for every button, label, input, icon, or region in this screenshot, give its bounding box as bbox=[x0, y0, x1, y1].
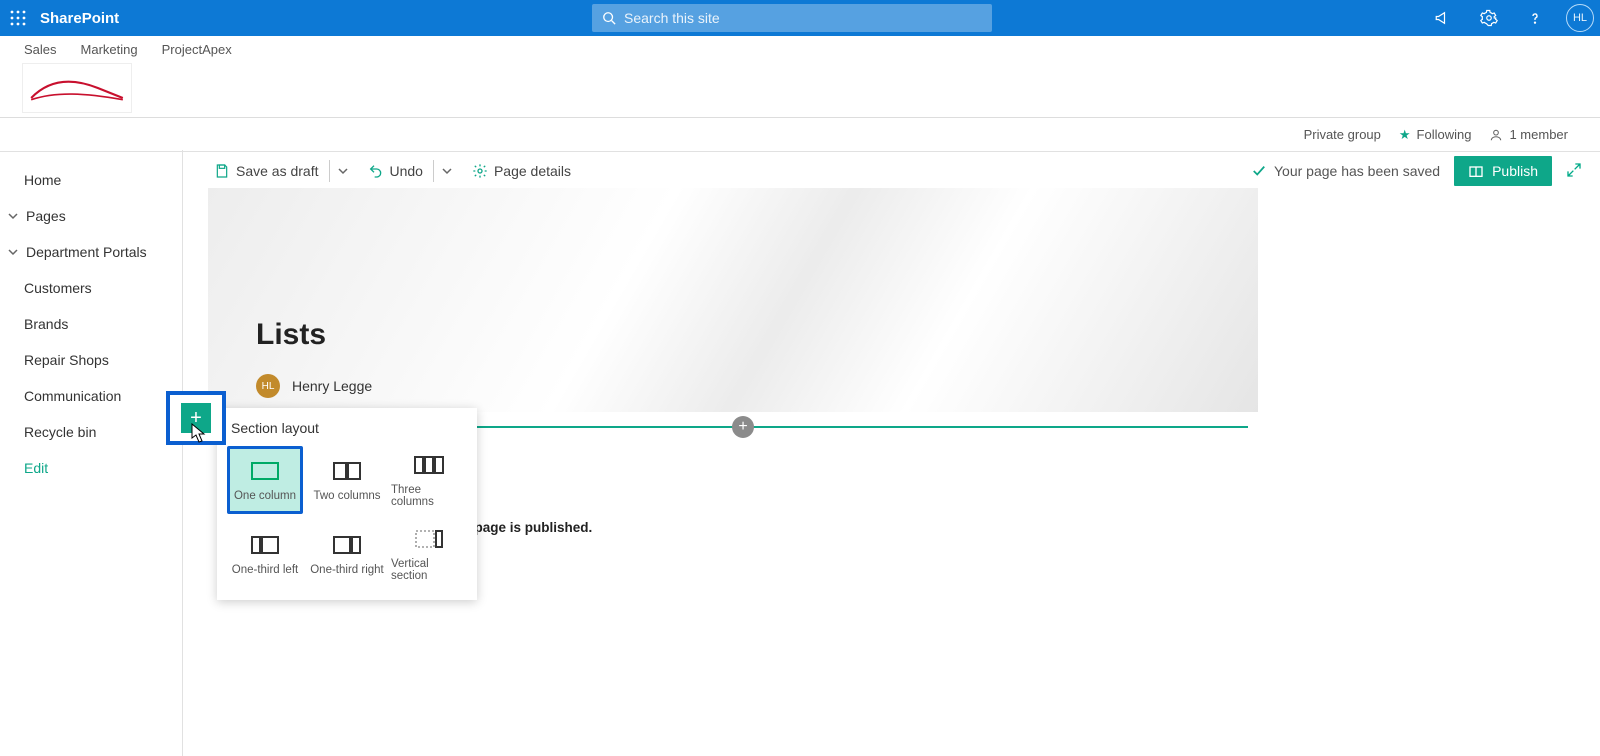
hub-link[interactable]: Marketing bbox=[81, 42, 138, 57]
nav-communication[interactable]: Communication bbox=[0, 378, 182, 414]
left-nav: Home Pages Department Portals Customers … bbox=[0, 150, 183, 756]
layout-three-columns[interactable]: Three columns bbox=[391, 446, 467, 514]
nav-home[interactable]: Home bbox=[0, 162, 182, 198]
layout-vertical-section[interactable]: Vertical section bbox=[391, 520, 467, 588]
star-icon: ★ bbox=[1399, 127, 1411, 143]
search-icon bbox=[602, 11, 616, 25]
add-section-highlight: + bbox=[166, 391, 226, 445]
chevron-down-icon bbox=[6, 247, 20, 257]
undo-button[interactable]: Undo bbox=[362, 156, 458, 186]
follow-toggle[interactable]: ★ Following bbox=[1399, 127, 1472, 143]
author-avatar: HL bbox=[256, 374, 280, 398]
author-name: Henry Legge bbox=[292, 378, 372, 394]
app-name[interactable]: SharePoint bbox=[40, 10, 119, 27]
one-column-icon bbox=[251, 458, 279, 484]
app-launcher-icon[interactable] bbox=[0, 0, 36, 36]
command-bar: Save as draft Undo Page details Your pag… bbox=[0, 151, 1600, 190]
layout-one-third-right[interactable]: One-third right bbox=[309, 520, 385, 588]
author-block[interactable]: HL Henry Legge bbox=[256, 374, 372, 398]
vertical-section-icon bbox=[415, 526, 443, 552]
layout-one-third-left[interactable]: One-third left bbox=[227, 520, 303, 588]
global-header: SharePoint Search this site HL bbox=[0, 0, 1600, 36]
search-placeholder: Search this site bbox=[624, 10, 720, 26]
page-title[interactable]: Lists bbox=[256, 318, 326, 352]
undo-icon bbox=[368, 163, 384, 179]
page-canvas: Lists HL Henry Legge bbox=[208, 188, 1258, 412]
gear-icon bbox=[472, 163, 488, 179]
search-input[interactable]: Search this site bbox=[592, 4, 992, 32]
layout-one-column[interactable]: One column bbox=[227, 446, 303, 514]
nav-recycle-bin[interactable]: Recycle bin bbox=[0, 414, 182, 450]
save-draft-button[interactable]: Save as draft bbox=[208, 156, 354, 186]
chevron-down-icon bbox=[6, 211, 20, 221]
nav-department-portals[interactable]: Department Portals bbox=[0, 234, 182, 270]
publish-icon bbox=[1468, 163, 1484, 179]
saved-indicator: Your page has been saved bbox=[1252, 163, 1440, 179]
section-layout-popover: Section layout One column Two columns Th… bbox=[217, 408, 477, 600]
publish-button[interactable]: Publish bbox=[1454, 156, 1552, 186]
popover-title: Section layout bbox=[227, 416, 467, 446]
site-logo[interactable] bbox=[23, 64, 131, 112]
gear-icon[interactable] bbox=[1474, 3, 1504, 33]
two-columns-icon bbox=[333, 458, 361, 484]
one-third-right-icon bbox=[333, 532, 361, 558]
chevron-down-icon[interactable] bbox=[329, 160, 348, 182]
hero-area[interactable]: Lists HL Henry Legge bbox=[208, 188, 1258, 412]
hub-nav: Sales Marketing ProjectApex bbox=[24, 42, 232, 57]
help-icon[interactable] bbox=[1520, 3, 1550, 33]
layout-two-columns[interactable]: Two columns bbox=[309, 446, 385, 514]
site-info-row: Private group ★ Following 1 member bbox=[0, 118, 1600, 151]
expand-icon[interactable] bbox=[1566, 162, 1582, 181]
user-avatar[interactable]: HL bbox=[1566, 4, 1594, 32]
nav-pages[interactable]: Pages bbox=[0, 198, 182, 234]
three-columns-icon bbox=[414, 452, 444, 478]
save-icon bbox=[214, 163, 230, 179]
cursor-icon bbox=[191, 423, 207, 443]
privacy-label: Private group bbox=[1304, 127, 1381, 142]
add-section-button[interactable]: + bbox=[181, 403, 211, 433]
hub-link[interactable]: Sales bbox=[24, 42, 57, 57]
site-header: Sales Marketing ProjectApex bbox=[0, 36, 1600, 118]
nav-customers[interactable]: Customers bbox=[0, 270, 182, 306]
nav-edit[interactable]: Edit bbox=[0, 450, 182, 486]
hub-link[interactable]: ProjectApex bbox=[162, 42, 232, 57]
nav-brands[interactable]: Brands bbox=[0, 306, 182, 342]
one-third-left-icon bbox=[251, 532, 279, 558]
check-icon bbox=[1252, 164, 1266, 178]
nav-repair-shops[interactable]: Repair Shops bbox=[0, 342, 182, 378]
megaphone-icon[interactable] bbox=[1428, 3, 1458, 33]
person-icon bbox=[1489, 128, 1503, 142]
members-link[interactable]: 1 member bbox=[1489, 127, 1568, 142]
add-webpart-button[interactable]: + bbox=[732, 416, 754, 438]
page-details-button[interactable]: Page details bbox=[466, 159, 577, 183]
chevron-down-icon[interactable] bbox=[433, 160, 452, 182]
